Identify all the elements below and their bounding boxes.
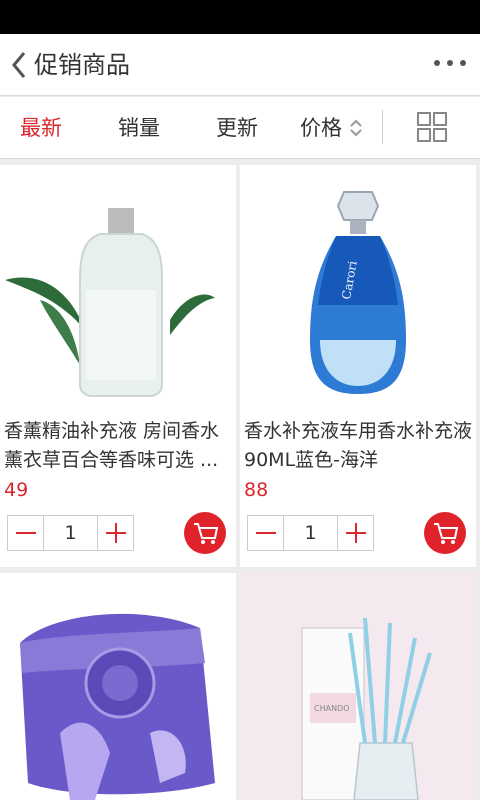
back-arrow-icon[interactable] — [6, 48, 34, 82]
sort-sales[interactable]: 销量 — [118, 97, 160, 159]
product-name[interactable]: 香薰精油补充液 房间香水薰衣草百合等香味可选 ... — [4, 417, 232, 475]
grid-view-icon[interactable] — [417, 112, 447, 142]
product-card[interactable]: 香薰精油补充液 房间香水薰衣草百合等香味可选 ... 49 1 — [0, 165, 236, 567]
quantity-stepper: 1 — [247, 515, 374, 551]
cart-icon[interactable] — [184, 512, 226, 554]
sort-bar: 最新 销量 更新 价格 — [0, 97, 480, 159]
plus-icon[interactable] — [97, 516, 133, 550]
quantity-value[interactable]: 1 — [284, 516, 337, 550]
plus-icon[interactable] — [337, 516, 373, 550]
svg-text:CHANDO: CHANDO — [314, 704, 350, 713]
product-name[interactable]: 香水补充液车用香水补充液90ML蓝色-海洋 — [244, 417, 472, 475]
product-card[interactable]: CHANDO — [240, 573, 476, 800]
product-card[interactable] — [0, 573, 236, 800]
product-image[interactable] — [0, 180, 236, 416]
product-card[interactable]: Carori 香水补充液车用香水补充液90ML蓝色-海洋 88 1 — [240, 165, 476, 567]
page-title: 促销商品 — [34, 51, 130, 79]
product-price: 88 — [244, 479, 269, 501]
cart-icon[interactable] — [424, 512, 466, 554]
sort-arrows-icon[interactable] — [349, 118, 363, 138]
minus-icon[interactable] — [248, 516, 284, 550]
quantity-stepper: 1 — [7, 515, 134, 551]
product-price: 49 — [4, 479, 29, 501]
sort-updated[interactable]: 更新 — [216, 97, 258, 159]
sort-price[interactable]: 价格 — [300, 97, 342, 159]
product-image[interactable] — [0, 573, 236, 800]
header: 促销商品 — [0, 34, 480, 96]
more-dots-icon[interactable] — [434, 56, 466, 70]
sort-newest[interactable]: 最新 — [20, 97, 62, 159]
product-image[interactable]: Carori — [240, 180, 476, 416]
product-image[interactable]: CHANDO — [240, 573, 476, 800]
quantity-value[interactable]: 1 — [44, 516, 97, 550]
divider — [382, 110, 383, 144]
minus-icon[interactable] — [8, 516, 44, 550]
status-bar — [0, 0, 480, 34]
